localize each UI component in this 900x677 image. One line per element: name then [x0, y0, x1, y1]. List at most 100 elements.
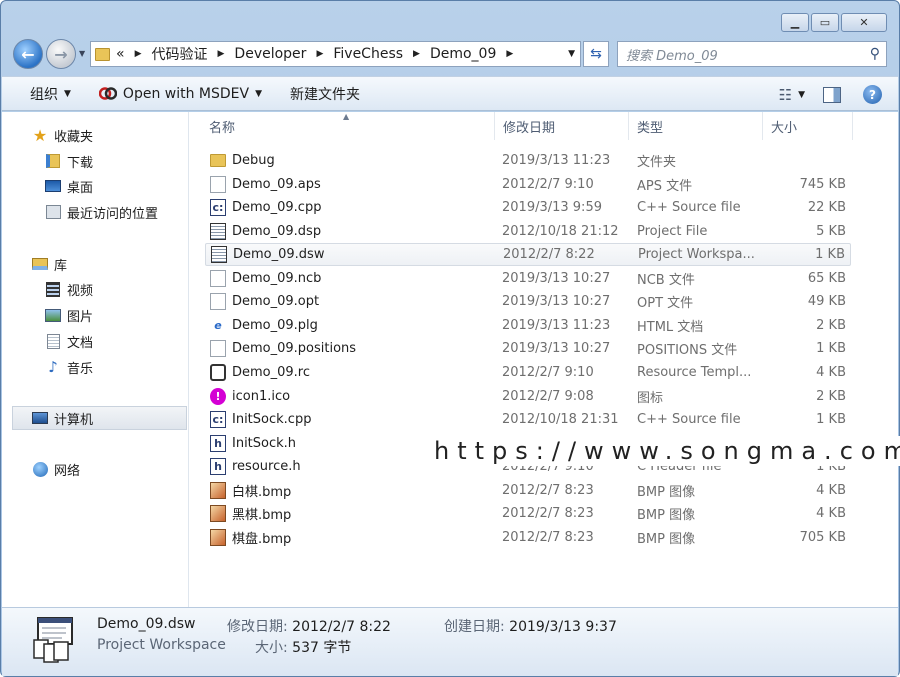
nav-music[interactable]: ♪ 音乐 [2, 355, 188, 379]
nav-computer[interactable]: 计算机 [12, 406, 187, 430]
file-row[interactable]: Demo_09.ncb 2019/3/13 10:27 NCB 文件 65 KB [205, 267, 851, 290]
file-size: 2 KB [816, 388, 846, 404]
details-modified-label: 修改日期: [227, 619, 288, 635]
video-icon [45, 281, 61, 297]
nav-favorites[interactable]: ★ 收藏夹 [2, 123, 188, 147]
search-input[interactable]: 搜索 Demo_09 ⚲ [617, 41, 887, 67]
workspace-file-icon [211, 246, 227, 264]
search-icon[interactable]: ⚲ [870, 46, 880, 62]
details-file-name: Demo_09.dsw [97, 616, 196, 632]
nav-recent[interactable]: 最近访问的位置 [2, 200, 188, 224]
file-type: OPT 文件 [637, 296, 694, 312]
details-modified-value: 2012/2/7 8:22 [292, 619, 391, 635]
file-date: 2012/2/7 8:23 [502, 482, 594, 498]
folder-icon [95, 47, 110, 61]
file-row[interactable]: 黑棋.bmp 2012/2/7 8:23 BMP 图像 4 KB [205, 502, 851, 525]
nav-documents-label: 文档 [67, 335, 94, 351]
close-button[interactable]: ✕ [841, 13, 887, 32]
recent-pages-dropdown[interactable]: ▼ [79, 49, 85, 58]
html-file-icon: e [214, 318, 222, 332]
chevron-right-icon: ▶ [134, 49, 142, 59]
file-row[interactable]: Demo_09.aps 2012/2/7 9:10 APS 文件 745 KB [205, 173, 851, 196]
new-folder-button[interactable]: 新建文件夹 [290, 84, 360, 104]
header-file-icon: h [210, 434, 226, 452]
cpp-file-icon: c: [210, 199, 226, 217]
refresh-button[interactable]: ⇆ [583, 41, 609, 67]
column-header-size[interactable]: 大小 [763, 112, 853, 140]
forward-button[interactable]: → [46, 39, 76, 69]
preview-pane-icon[interactable] [823, 86, 841, 103]
chevron-right-icon[interactable]: ▶ [218, 49, 225, 59]
chevron-down-icon[interactable]: ▼ [255, 89, 262, 99]
breadcrumb-item[interactable]: FiveChess [333, 46, 403, 62]
file-row[interactable]: 棋盘.bmp 2012/2/7 8:23 BMP 图像 705 KB [205, 526, 851, 549]
nav-libraries[interactable]: 库 [2, 252, 188, 276]
back-button[interactable]: ← [13, 39, 43, 69]
network-icon [32, 461, 48, 477]
nav-network[interactable]: 网络 [2, 457, 188, 481]
minimize-button[interactable]: ▁ [781, 13, 809, 32]
chevron-down-icon[interactable]: ▼ [798, 90, 805, 100]
nav-videos-label: 视频 [67, 283, 94, 299]
help-icon[interactable]: ? [863, 85, 882, 104]
file-row[interactable]: Demo_09.rc 2012/2/7 9:10 Resource Templ...… [205, 361, 851, 384]
file-name-cell: Demo_09.aps [205, 175, 495, 193]
file-row[interactable]: Demo_09.opt 2019/3/13 10:27 OPT 文件 49 KB [205, 290, 851, 313]
nav-videos[interactable]: 视频 [2, 277, 188, 301]
back-arrow-icon: ← [21, 44, 35, 64]
file-date: 2019/3/13 10:27 [502, 341, 611, 357]
watermark-text: https://www.songma.com [432, 436, 900, 466]
column-date-label: 修改日期 [503, 120, 556, 136]
project-file-icon [210, 222, 226, 240]
file-name: 黑棋.bmp [232, 508, 292, 524]
breadcrumb-overflow[interactable]: « [116, 46, 125, 62]
file-name-cell: Demo_09.rc [205, 363, 495, 381]
chevron-right-icon[interactable]: ▶ [316, 49, 323, 59]
computer-icon [32, 411, 48, 426]
address-bar[interactable]: « ▶ 代码验证 ▶ Developer ▶ FiveChess ▶ Demo_… [90, 41, 581, 67]
file-row[interactable]: c: InitSock.cpp 2012/10/18 21:31 C++ Source… [205, 408, 851, 431]
nav-documents[interactable]: 文档 [2, 329, 188, 353]
column-header-name[interactable]: 名称 [201, 112, 495, 140]
file-row[interactable]: Debug 2019/3/13 11:23 文件夹 [205, 149, 851, 172]
file-date: 2012/2/7 9:10 [502, 176, 594, 192]
address-dropdown-icon[interactable]: ▼ [568, 49, 575, 59]
file-date: 2019/3/13 9:59 [502, 200, 602, 216]
header-file-icon: h [210, 458, 226, 476]
file-name: 棋盘.bmp [232, 531, 292, 547]
chevron-right-icon[interactable]: ▶ [506, 49, 513, 59]
file-name-cell: e Demo_09.plg [205, 317, 495, 334]
file-row[interactable]: Demo_09.dsp 2012/10/18 21:12 Project File 5… [205, 220, 851, 243]
nav-desktop[interactable]: 桌面 [2, 174, 188, 198]
address-row: ← → ▼ « ▶ 代码验证 ▶ Developer ▶ FiveChess ▶… [13, 39, 887, 69]
open-with-button[interactable]: Open with MSDEV ▼ [98, 86, 262, 102]
nav-recent-label: 最近访问的位置 [67, 206, 159, 222]
file-type: BMP 图像 [637, 508, 696, 524]
file-row[interactable]: Demo_09.positions 2019/3/13 10:27 POSITION… [205, 337, 851, 360]
view-options-icon[interactable]: ☷ [779, 86, 792, 104]
column-name-label: 名称 [209, 120, 236, 136]
file-row[interactable]: ! icon1.ico 2012/2/7 9:08 图标 2 KB [205, 385, 851, 408]
file-icon [210, 175, 226, 193]
breadcrumb-item[interactable]: Demo_09 [430, 46, 496, 62]
breadcrumb-item[interactable]: Developer [234, 46, 306, 62]
file-row[interactable]: e Demo_09.plg 2019/3/13 11:23 HTML 文档 2 KB [205, 314, 851, 337]
file-row[interactable]: c: Demo_09.cpp 2019/3/13 9:59 C++ Source fi… [205, 196, 851, 219]
organize-button[interactable]: 组织 ▼ [30, 84, 71, 104]
column-header-type[interactable]: 类型 [629, 112, 763, 140]
column-header-date[interactable]: 修改日期 [495, 112, 629, 140]
file-row[interactable]: Demo_09.dsw 2012/2/7 8:22 Project Workspa.… [205, 243, 851, 267]
file-name: resource.h [232, 459, 301, 475]
document-icon [45, 333, 61, 349]
file-row[interactable]: 白棋.bmp 2012/2/7 8:23 BMP 图像 4 KB [205, 479, 851, 502]
file-list: ▲ 名称 修改日期 类型 大小 Debug 2019/3/13 11:23 文件夹 D… [190, 112, 900, 607]
nav-network-label: 网络 [54, 463, 81, 479]
nav-downloads[interactable]: 下载 [2, 149, 188, 173]
chevron-right-icon[interactable]: ▶ [413, 49, 420, 59]
nav-pictures[interactable]: 图片 [2, 303, 188, 327]
file-type: HTML 文档 [637, 319, 704, 335]
details-file-type: Project Workspace [97, 637, 226, 653]
breadcrumb-item[interactable]: 代码验证 [152, 44, 208, 64]
maximize-button[interactable]: ▭ [811, 13, 839, 32]
file-name-cell: 黑棋.bmp [205, 504, 495, 523]
